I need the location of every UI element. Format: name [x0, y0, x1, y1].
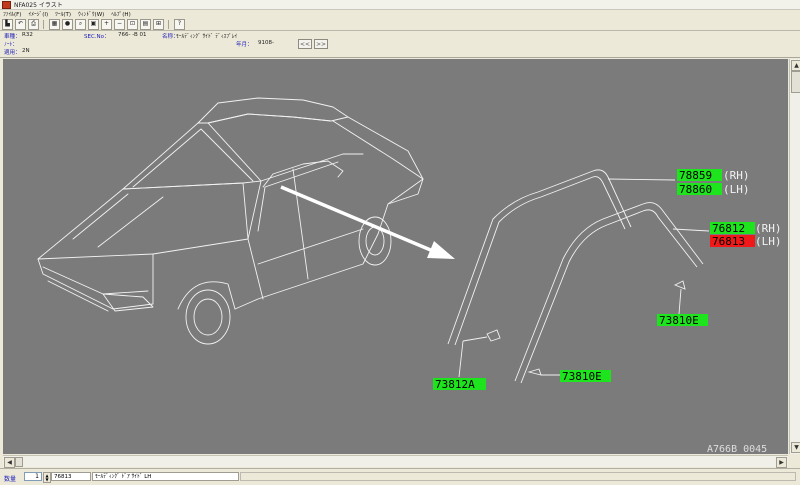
- callout-side: (RH): [723, 169, 750, 182]
- callout-side: (RH): [755, 222, 782, 235]
- status-area: [240, 472, 796, 481]
- quantity-stepper[interactable]: ▲ ▼: [43, 472, 51, 483]
- pointer-arrow: [280, 185, 455, 259]
- zoom-in-icon[interactable]: +: [101, 18, 112, 30]
- image-icon[interactable]: ▣: [88, 18, 99, 30]
- horizontal-scroll-thumb[interactable]: [15, 457, 23, 467]
- menu-help[interactable]: ﾍﾙﾌﾟ(H): [111, 10, 130, 18]
- callout-code: 73812A: [435, 378, 475, 391]
- callout-side: (LH): [723, 183, 750, 196]
- callout-73810e-lower[interactable]: 73810E: [560, 370, 611, 383]
- quantity-input[interactable]: [24, 472, 42, 481]
- illustration-viewer[interactable]: 78859 (RH) 78860 (LH) 76812 (RH) 76813 (…: [3, 59, 788, 454]
- outer-moulding: [447, 169, 676, 346]
- grid-icon[interactable]: ▦: [49, 18, 60, 30]
- applicable-value: 2N: [22, 48, 30, 54]
- callout-73810e-upper[interactable]: 73810E: [657, 314, 708, 327]
- ruler-icon[interactable]: ▤: [140, 18, 151, 30]
- parts-illustration: 78859 (RH) 78860 (LH) 76812 (RH) 76813 (…: [37, 97, 782, 454]
- menu-bar: ﾌｧｲﾙ(F) ｲﾒｰｼﾞ(I) ﾂｰﾙ(T) ｳｨﾝﾄﾞｳ(W) ﾍﾙﾌﾟ(H…: [0, 10, 800, 18]
- vertical-scroll-thumb[interactable]: [791, 71, 800, 93]
- scroll-down-icon[interactable]: ▼: [791, 442, 800, 453]
- inner-moulding: [514, 202, 710, 384]
- clips: [458, 280, 686, 378]
- date-label: 年月：: [236, 42, 253, 48]
- save-icon[interactable]: ▙: [2, 18, 13, 30]
- zoom-out-icon[interactable]: −: [114, 18, 125, 30]
- window-title: NFA025 イラスト: [14, 2, 63, 9]
- callout-76813[interactable]: 76813 (LH): [710, 235, 782, 248]
- callout-73812a[interactable]: 73812A: [433, 378, 486, 391]
- callout-code: 78860: [679, 183, 712, 196]
- callout-code: 73810E: [562, 370, 602, 383]
- name-value: ﾓｰﾙﾃﾞｨﾝｸﾞ ｻｲﾄﾞ ﾃﾞｨｽﾌﾟﾚｲ: [176, 34, 238, 40]
- info-panel: 車種： R32 ﾉｰﾄ： 適用： 2N SEC.No： 766- -B 01 名…: [0, 31, 800, 58]
- app-icon: [2, 0, 11, 9]
- status-bar: 数量 ▲▼ 76813 ﾓｰﾙﾃﾞｨﾝｸﾞ ﾄﾞｱ ｻｲﾄﾞ LH: [0, 468, 800, 485]
- callout-78860[interactable]: 78860 (LH): [677, 183, 750, 196]
- scroll-left-icon[interactable]: ◀: [4, 457, 15, 468]
- toolbar-separator: [168, 19, 169, 29]
- circle-icon[interactable]: ●: [62, 18, 73, 30]
- callout-code: 73810E: [659, 314, 699, 327]
- scroll-right-icon[interactable]: ▶: [776, 457, 787, 468]
- next-page-button[interactable]: >>: [314, 39, 328, 49]
- sec-label: SEC.No：: [84, 34, 110, 40]
- part-number-field: 76813: [51, 472, 91, 481]
- scroll-corner: [789, 455, 800, 466]
- callout-code: 78859: [679, 169, 712, 182]
- model-value: R32: [22, 32, 33, 38]
- quantity-label: 数量: [4, 476, 17, 483]
- applicable-label: 適用：: [4, 50, 21, 56]
- undo-icon[interactable]: ↶: [15, 18, 26, 30]
- note-label: ﾉｰﾄ：: [4, 42, 18, 48]
- callout-code: 76812: [712, 222, 745, 235]
- scroll-up-icon[interactable]: ▲: [791, 60, 800, 71]
- menu-file[interactable]: ﾌｧｲﾙ(F): [3, 10, 21, 18]
- menu-window[interactable]: ｳｨﾝﾄﾞｳ(W): [78, 10, 104, 18]
- select-icon[interactable]: ⊡: [127, 18, 138, 30]
- help-icon[interactable]: ?: [174, 18, 185, 30]
- callout-side: (LH): [755, 235, 782, 248]
- title-bar: NFA025 イラスト: [0, 0, 800, 10]
- toolbar: ▙ ↶ ⎙ ▦ ● ⌕ ▣ + − ⊡ ▤ ⊞ ?: [0, 18, 800, 31]
- toolbar-separator: [43, 19, 44, 29]
- horizontal-scrollbar[interactable]: ◀ ▶: [3, 455, 788, 468]
- callout-76812[interactable]: 76812 (RH): [710, 222, 782, 235]
- part-description-field: ﾓｰﾙﾃﾞｨﾝｸﾞ ﾄﾞｱ ｻｲﾄﾞ LH: [92, 472, 239, 481]
- search-icon[interactable]: ⌕: [75, 18, 86, 30]
- fit-icon[interactable]: ⊞: [153, 18, 164, 30]
- vertical-scrollbar[interactable]: ▲ ▼: [789, 59, 800, 454]
- prev-page-button[interactable]: <<: [298, 39, 312, 49]
- model-label: 車種：: [4, 34, 21, 40]
- sec-value: 766- -B 01: [118, 32, 147, 38]
- date-value: 9108-: [258, 40, 274, 46]
- menu-image[interactable]: ｲﾒｰｼﾞ(I): [28, 10, 48, 18]
- menu-tools[interactable]: ﾂｰﾙ(T): [55, 10, 71, 18]
- drawing-id: A766B 0045: [707, 444, 767, 454]
- print-icon[interactable]: ⎙: [28, 18, 39, 30]
- callout-code: 76813: [712, 235, 745, 248]
- callout-78859[interactable]: 78859 (RH): [677, 169, 750, 182]
